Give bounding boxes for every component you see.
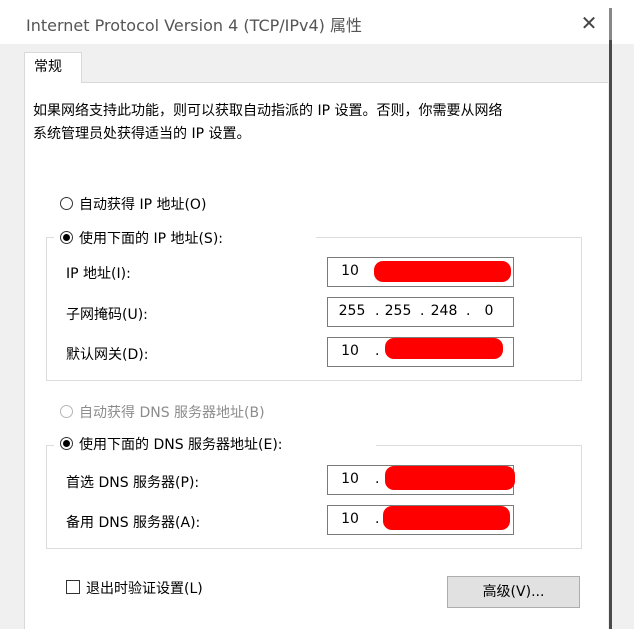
gateway-octet-1: 10 bbox=[341, 343, 359, 359]
radio-dns-manual[interactable] bbox=[60, 437, 73, 450]
ip-address-input[interactable]: 10 bbox=[327, 257, 514, 287]
default-gateway-label: 默认网关(D): bbox=[66, 347, 149, 363]
preferred-dns-octet-1: 10 bbox=[341, 471, 359, 487]
gateway-dot-1: . bbox=[375, 343, 380, 359]
radio-dns-auto[interactable] bbox=[60, 405, 73, 418]
radio-ip-auto[interactable] bbox=[60, 197, 73, 210]
alternate-dns-redaction bbox=[383, 506, 510, 530]
preferred-dns-dot-1: . bbox=[375, 471, 380, 487]
radio-dns-auto-label[interactable]: 自动获得 DNS 服务器地址(B) bbox=[79, 402, 265, 422]
window-edge-divider bbox=[609, 8, 612, 629]
ip-groupbox-header: 使用下面的 IP 地址(S): bbox=[54, 228, 316, 248]
ip-address-label: IP 地址(I): bbox=[66, 266, 131, 282]
radio-dns-manual-label[interactable]: 使用下面的 DNS 服务器地址(E): bbox=[79, 434, 283, 454]
subnet-dot-1: . bbox=[375, 303, 380, 319]
close-icon: ✕ bbox=[580, 11, 598, 35]
ip-address-octet-1: 10 bbox=[341, 263, 359, 279]
window-edge-divider-top bbox=[609, 8, 612, 40]
radio-ip-manual[interactable] bbox=[60, 231, 73, 244]
subnet-octet-4: 0 bbox=[484, 303, 494, 319]
subnet-octet-2: 255 bbox=[384, 303, 412, 319]
preferred-dns-label: 首选 DNS 服务器(P): bbox=[66, 475, 200, 491]
close-button[interactable]: ✕ bbox=[574, 8, 604, 38]
default-gateway-input[interactable]: 10 . bbox=[327, 337, 514, 367]
alternate-dns-label: 备用 DNS 服务器(A): bbox=[66, 515, 201, 531]
title-bar: Internet Protocol Version 4 (TCP/IPv4) 属… bbox=[0, 0, 634, 44]
validate-settings-checkbox[interactable] bbox=[66, 580, 80, 594]
subnet-mask-input[interactable]: 255 . 255 . 248 . 0 bbox=[327, 297, 514, 327]
description-line-2: 系统管理员处获得适当的 IP 设置。 bbox=[33, 126, 251, 142]
radio-ip-manual-label[interactable]: 使用下面的 IP 地址(S): bbox=[79, 228, 223, 248]
advanced-button[interactable]: 高级(V)... bbox=[447, 576, 580, 608]
gateway-redaction bbox=[385, 338, 503, 359]
subnet-mask-label: 子网掩码(U): bbox=[66, 307, 148, 323]
subnet-octet-1: 255 bbox=[338, 303, 366, 319]
subnet-dot-2: . bbox=[420, 303, 425, 319]
subnet-octet-3: 248 bbox=[430, 303, 458, 319]
subnet-dot-3: . bbox=[466, 303, 471, 319]
ip-address-redaction bbox=[374, 261, 511, 282]
tab-general[interactable]: 常规 bbox=[24, 52, 82, 83]
window-title: Internet Protocol Version 4 (TCP/IPv4) 属… bbox=[26, 16, 363, 35]
alternate-dns-octet-1: 10 bbox=[341, 511, 359, 527]
ipv4-properties-dialog: Internet Protocol Version 4 (TCP/IPv4) 属… bbox=[0, 0, 634, 629]
validate-settings-label[interactable]: 退出时验证设置(L) bbox=[86, 578, 203, 598]
preferred-dns-redaction bbox=[385, 466, 515, 490]
dns-groupbox-header: 使用下面的 DNS 服务器地址(E): bbox=[54, 434, 376, 454]
radio-ip-auto-label[interactable]: 自动获得 IP 地址(O) bbox=[79, 194, 206, 214]
alternate-dns-input[interactable]: 10 . bbox=[327, 505, 514, 535]
description-line-1: 如果网络支持此功能，则可以获取自动指派的 IP 设置。否则，你需要从网络 bbox=[33, 103, 503, 119]
preferred-dns-input[interactable]: 10 . bbox=[327, 465, 515, 495]
alternate-dns-dot-1: . bbox=[375, 511, 380, 527]
